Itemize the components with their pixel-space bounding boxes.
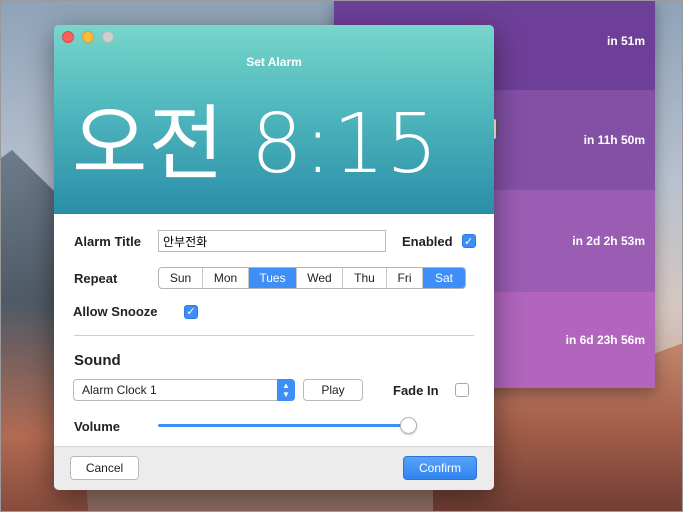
sound-select-value: Alarm Clock 1 (82, 383, 157, 397)
allow-snooze-label: Allow Snooze (73, 304, 158, 319)
alarm-title-label: Alarm Title (74, 233, 141, 249)
cancel-button[interactable]: Cancel (70, 456, 139, 480)
alarm-countdown-label: in 51m (606, 34, 645, 48)
set-alarm-dialog: Set Alarm 오전 8:15 Alarm Title Enabled ✓ R… (54, 25, 494, 490)
alarm-countdown-label: in 6d 23h 56m (565, 333, 645, 347)
enabled-label: Enabled (402, 233, 453, 249)
alarm-time-display[interactable]: 오전 8:15 (72, 77, 492, 196)
allow-snooze-row: Allow Snooze ✓ (73, 304, 198, 319)
volume-row: Volume (74, 415, 474, 437)
day-sat[interactable]: Sat (423, 268, 465, 288)
confirm-button[interactable]: Confirm (403, 456, 477, 480)
minimize-window-button[interactable] (82, 31, 94, 43)
play-button[interactable]: Play (303, 379, 363, 401)
close-window-button[interactable] (62, 31, 74, 43)
time-value[interactable]: 8:15 (251, 97, 439, 192)
sound-select[interactable]: Alarm Clock 1 ▲ ▼ (73, 379, 295, 401)
zoom-window-button[interactable] (102, 31, 114, 43)
sound-heading: Sound (74, 352, 121, 369)
allow-snooze-checkbox[interactable]: ✓ (184, 304, 198, 319)
select-arrows-icon: ▲ ▼ (277, 379, 295, 401)
fade-in-checkbox[interactable] (454, 383, 469, 397)
day-fri[interactable]: Fri (387, 268, 423, 288)
section-divider (74, 335, 474, 336)
alarm-title-input[interactable] (158, 230, 386, 252)
volume-slider-track[interactable] (158, 424, 408, 427)
day-sun[interactable]: Sun (159, 268, 203, 288)
volume-slider-knob[interactable] (400, 417, 417, 434)
sound-controls-row: Alarm Clock 1 ▲ ▼ Play Fade In (73, 379, 469, 401)
alarm-countdown-label: in 2d 2h 53m (572, 234, 645, 248)
window-controls (62, 31, 114, 43)
dialog-title: Set Alarm (246, 55, 302, 69)
day-wed[interactable]: Wed (297, 268, 343, 288)
sound-heading-row: Sound (74, 352, 121, 369)
dialog-header: Set Alarm 오전 8:15 (54, 25, 494, 214)
repeat-row: Repeat Sun Mon Tues Wed Thu Fri Sat (74, 267, 466, 289)
fade-in-label: Fade In (393, 382, 439, 398)
dialog-body: Alarm Title Enabled ✓ Repeat Sun Mon Tue… (54, 214, 494, 446)
dialog-footer: Cancel Confirm (54, 446, 494, 490)
enabled-checkbox[interactable]: ✓ (461, 234, 476, 248)
day-tues[interactable]: Tues (249, 268, 297, 288)
alarm-countdown-label: in 11h 50m (583, 133, 645, 147)
volume-label: Volume (74, 418, 120, 434)
alarm-title-row: Alarm Title Enabled ✓ (74, 230, 476, 252)
day-thu[interactable]: Thu (343, 268, 387, 288)
day-mon[interactable]: Mon (203, 268, 249, 288)
time-period[interactable]: 오전 (72, 97, 225, 192)
repeat-days-control: Sun Mon Tues Wed Thu Fri Sat (158, 267, 466, 289)
repeat-label: Repeat (74, 270, 118, 286)
